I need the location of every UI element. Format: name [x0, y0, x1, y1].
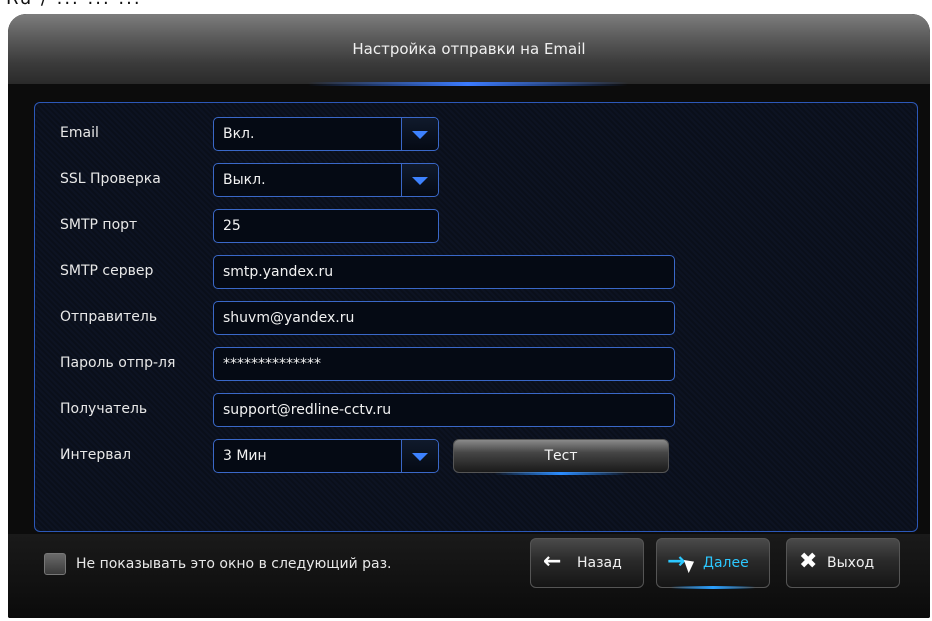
clipped-text: Ru / ... ... ...: [6, 0, 142, 9]
title-glow: [308, 82, 628, 86]
smtp-port-input[interactable]: 25: [213, 209, 439, 243]
row-interval: Интервал 3 Мин Тест: [35, 439, 917, 475]
top-strip: Ru / ... ... ...: [0, 0, 932, 14]
interval-label: Интервал: [60, 447, 132, 463]
window-title: Настройка отправки на Email: [352, 40, 586, 58]
chevron-down-icon: [412, 177, 428, 185]
smtp-server-value: smtp.yandex.ru: [223, 264, 334, 280]
smtp-server-label: SMTP сервер: [60, 263, 154, 279]
row-ssl: SSL Проверка Выкл.: [35, 163, 917, 197]
dont-show-label: Не показывать это окно в следующий раз.: [76, 556, 392, 572]
back-button-label: Назад: [577, 555, 622, 571]
sender-password-input[interactable]: **************: [213, 347, 675, 381]
back-button[interactable]: ← Назад: [530, 538, 644, 588]
settings-panel: Email Вкл. SSL Проверка Выкл. SMTP порт …: [34, 102, 918, 532]
exit-button[interactable]: ✖ Выход: [786, 538, 900, 588]
email-value: Вкл.: [223, 126, 255, 142]
email-dropdown[interactable]: Вкл.: [213, 117, 439, 151]
test-button-glow: [494, 472, 628, 475]
test-button-label: Тест: [544, 448, 578, 464]
interval-dropdown[interactable]: 3 Мин: [213, 439, 439, 473]
ssl-label: SSL Проверка: [60, 171, 161, 187]
interval-value: 3 Мин: [223, 448, 267, 464]
recipient-input[interactable]: support@redline-cctv.ru: [213, 393, 675, 427]
chevron-down-icon: [412, 131, 428, 139]
dropdown-button[interactable]: [401, 118, 438, 150]
sender-password-label: Пароль отпр-ля: [60, 355, 176, 371]
next-button-label: Далее: [703, 555, 749, 571]
next-button-glow: [671, 586, 755, 589]
recipient-label: Получатель: [60, 401, 148, 417]
sender-label: Отправитель: [60, 309, 158, 325]
row-sender-password: Пароль отпр-ля **************: [35, 347, 917, 381]
sender-value: shuvm@yandex.ru: [223, 310, 355, 326]
dropdown-button[interactable]: [401, 164, 438, 196]
smtp-port-label: SMTP порт: [60, 217, 138, 233]
ssl-value: Выкл.: [223, 172, 266, 188]
smtp-server-input[interactable]: smtp.yandex.ru: [213, 255, 675, 289]
sender-password-value: **************: [223, 356, 321, 372]
row-smtp-server: SMTP сервер smtp.yandex.ru: [35, 255, 917, 289]
exit-button-label: Выход: [827, 555, 875, 571]
test-button[interactable]: Тест: [453, 439, 669, 475]
chevron-down-icon: [412, 453, 428, 461]
arrow-left-icon: ←: [543, 549, 562, 574]
recipient-value: support@redline-cctv.ru: [223, 402, 392, 418]
titlebar: Настройка отправки на Email: [8, 14, 930, 86]
row-smtp-port: SMTP порт 25: [35, 209, 917, 243]
email-settings-window: Настройка отправки на Email Email Вкл. S…: [8, 14, 930, 618]
row-recipient: Получатель support@redline-cctv.ru: [35, 393, 917, 427]
close-icon: ✖: [799, 549, 818, 574]
arrow-right-icon: →: [667, 549, 686, 574]
sender-input[interactable]: shuvm@yandex.ru: [213, 301, 675, 335]
smtp-port-value: 25: [223, 218, 241, 234]
next-button[interactable]: → Далее: [656, 538, 770, 589]
row-email: Email Вкл.: [35, 117, 917, 151]
email-label: Email: [60, 125, 99, 141]
dropdown-button[interactable]: [401, 440, 438, 472]
dont-show-checkbox[interactable]: [44, 553, 66, 575]
ssl-dropdown[interactable]: Выкл.: [213, 163, 439, 197]
row-sender: Отправитель shuvm@yandex.ru: [35, 301, 917, 335]
